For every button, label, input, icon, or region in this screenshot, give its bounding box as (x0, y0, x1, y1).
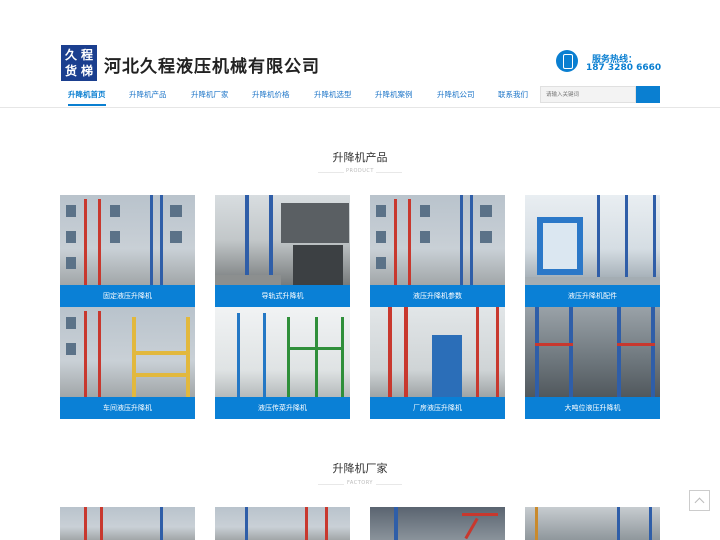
product-image[interactable] (215, 195, 350, 285)
site-header: 久 程 货 梯 河北久程液压机械有限公司 服务热线： 187 3280 6660… (0, 0, 720, 108)
product-caption[interactable]: 车间液压升降机 (60, 397, 195, 419)
product-card[interactable]: 厂房液压升降机 (370, 307, 505, 419)
nav-item-products[interactable]: 升降机产品 (129, 86, 167, 106)
product-caption[interactable]: 液压传菜升降机 (215, 397, 350, 419)
hotline: 服务热线： 187 3280 6660 (556, 50, 666, 76)
hotline-number: 187 3280 6660 (586, 63, 662, 73)
factory-image[interactable] (60, 507, 195, 540)
product-caption[interactable]: 厂房液压升降机 (370, 397, 505, 419)
product-card[interactable]: 液压升降机参数 (370, 195, 505, 307)
phone-icon (556, 50, 578, 72)
product-image[interactable] (60, 307, 195, 397)
back-to-top-button[interactable] (689, 490, 710, 511)
factory-image[interactable] (370, 507, 505, 540)
nav-item-factory[interactable]: 升降机厂家 (191, 86, 229, 106)
logo-char: 久 (64, 48, 77, 62)
product-caption[interactable]: 导轨式升降机 (215, 285, 350, 307)
logo-char: 程 (80, 48, 93, 62)
company-name: 河北久程液压机械有限公司 (104, 57, 320, 77)
nav-item-cases[interactable]: 升降机案例 (375, 86, 413, 106)
nav-item-selection[interactable]: 升降机选型 (314, 86, 352, 106)
product-caption[interactable]: 大吨位液压升降机 (525, 397, 660, 419)
product-image[interactable] (370, 195, 505, 285)
product-card[interactable]: 导轨式升降机 (215, 195, 350, 307)
factory-image[interactable] (215, 507, 350, 540)
product-card[interactable]: 固定液压升降机 (60, 195, 195, 307)
factory-image[interactable] (525, 507, 660, 540)
product-card[interactable]: 液压传菜升降机 (215, 307, 350, 419)
factory-section-subtitle: FACTORY (347, 480, 373, 486)
product-caption[interactable]: 固定液压升降机 (60, 285, 195, 307)
product-card[interactable]: 液压升降机配件 (525, 195, 660, 307)
logo[interactable]: 久 程 货 梯 (61, 45, 97, 81)
nav-item-home[interactable]: 升降机首页 (68, 86, 106, 106)
nav-item-company[interactable]: 升降机公司 (437, 86, 475, 106)
product-card[interactable]: 车间液压升降机 (60, 307, 195, 419)
product-card[interactable]: 大吨位液压升降机 (525, 307, 660, 419)
nav-item-contact[interactable]: 联系我们 (498, 86, 528, 106)
product-image[interactable] (370, 307, 505, 397)
products-section-title: 升降机产品 (332, 151, 388, 164)
nav-item-price[interactable]: 升降机价格 (252, 86, 290, 106)
product-caption[interactable]: 液压升降机参数 (370, 285, 505, 307)
product-image[interactable] (60, 195, 195, 285)
product-caption[interactable]: 液压升降机配件 (525, 285, 660, 307)
search-button[interactable] (636, 86, 660, 103)
product-image[interactable] (525, 307, 660, 397)
factory-section-title: 升降机厂家 (332, 462, 388, 475)
logo-char: 梯 (80, 64, 93, 78)
product-image[interactable] (525, 195, 660, 285)
search-input[interactable] (540, 86, 636, 103)
product-image[interactable] (215, 307, 350, 397)
products-section-subtitle: PRODUCT (346, 168, 374, 174)
logo-char: 货 (64, 64, 77, 78)
